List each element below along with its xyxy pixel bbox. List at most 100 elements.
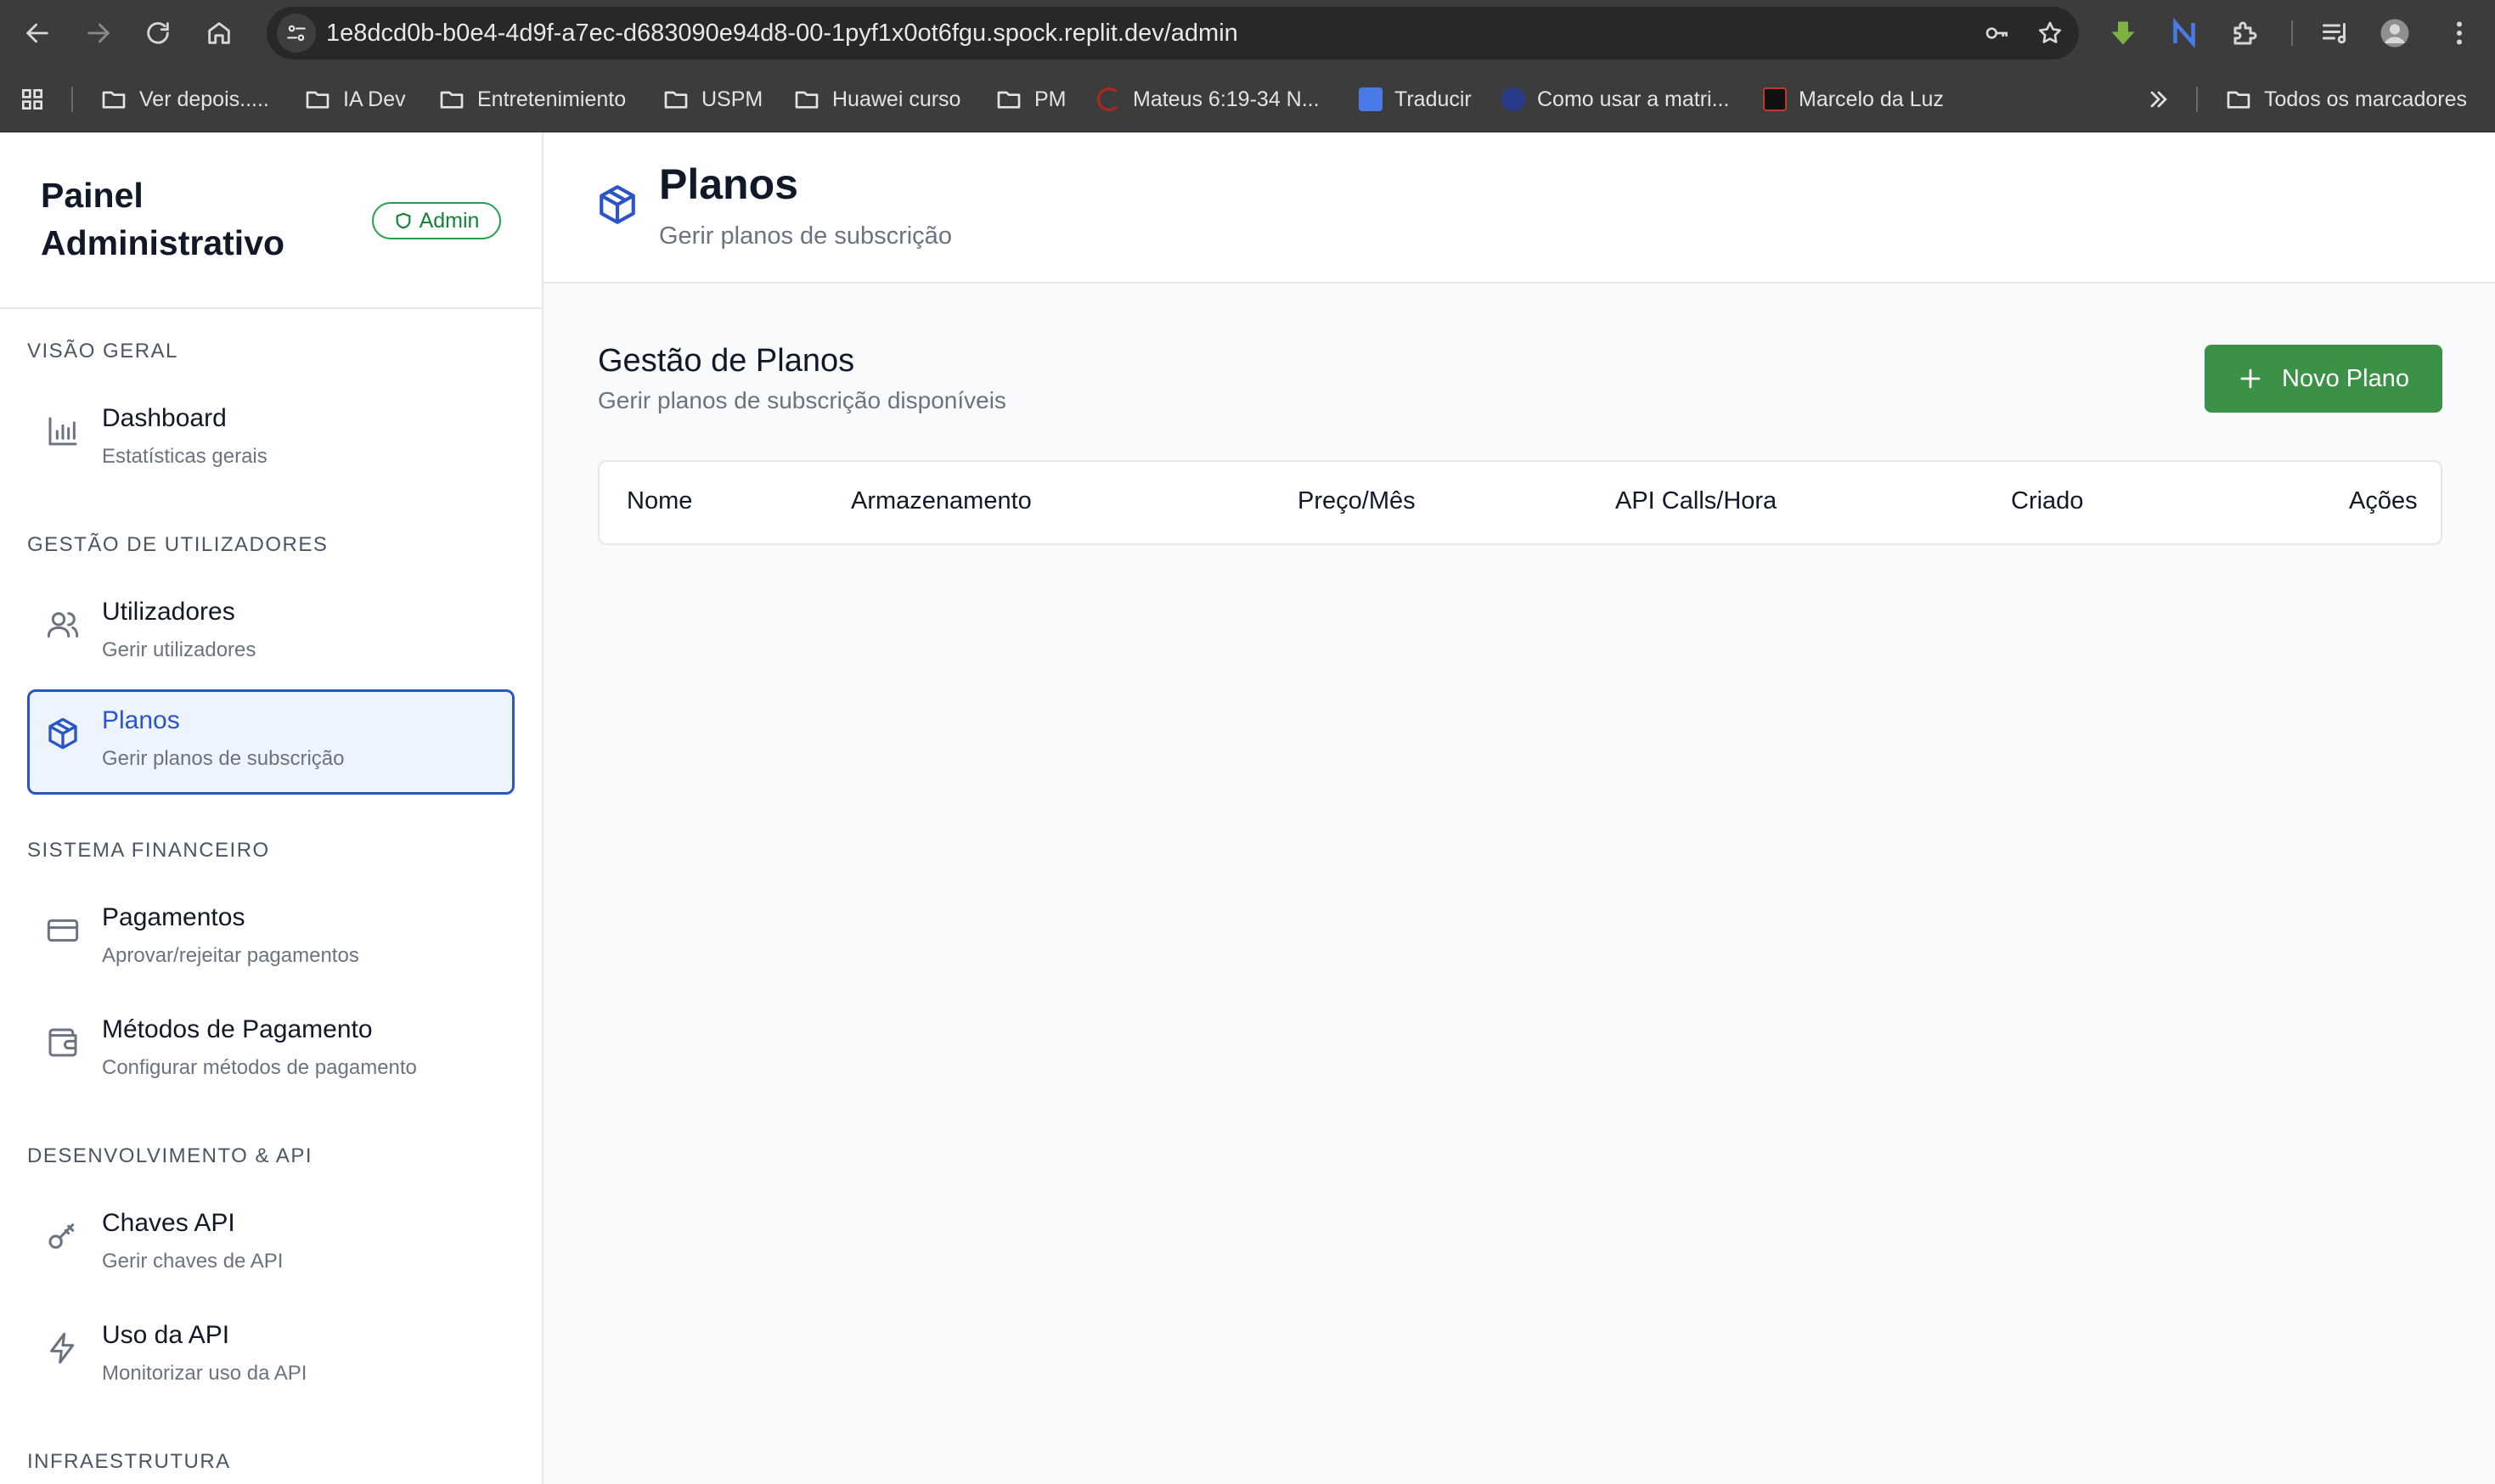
bookmark-label: PM xyxy=(1034,87,1067,111)
url-text[interactable]: 1e8dcd0b-b0e4-4d9f-a7ec-d683090e94d8-00-… xyxy=(326,7,1238,59)
folder-icon xyxy=(102,91,126,109)
sidebar-item-description: Gerir chaves de API xyxy=(102,1250,284,1273)
back-button[interactable] xyxy=(19,14,56,52)
browser-menu-icon[interactable] xyxy=(2442,16,2476,50)
credit-card-icon xyxy=(46,913,80,947)
profile-avatar-icon[interactable] xyxy=(2378,16,2412,50)
sidebar-item-payments[interactable]: Pagamentos Aprovar/rejeitar pagamentos xyxy=(27,886,515,992)
sidebar-item-description: Configurar métodos de pagamento xyxy=(102,1056,417,1079)
site-favicon-icon xyxy=(1097,87,1121,111)
bookmark-star-icon[interactable] xyxy=(2035,18,2065,48)
package-icon xyxy=(596,183,639,226)
section-subtitle: Gerir planos de subscrição disponíveis xyxy=(598,387,1006,413)
sidebar-item-description: Monitorizar uso da API xyxy=(102,1362,307,1385)
plus-icon xyxy=(2240,368,2261,389)
bookmark-label: Entretenimiento xyxy=(477,87,627,111)
download-extension-icon[interactable] xyxy=(2106,16,2140,50)
zap-icon xyxy=(46,1331,80,1365)
sidebar-header: Painel Administrativo Admin xyxy=(0,132,542,309)
key-icon xyxy=(46,1219,80,1253)
sidebar-item-label: Chaves API xyxy=(102,1209,235,1237)
sidebar-item-label: Pagamentos xyxy=(102,903,245,931)
sidebar-item-api-usage[interactable]: Uso da API Monitorizar uso da API xyxy=(27,1304,515,1409)
shield-icon xyxy=(396,212,410,229)
chevron-double-right-icon xyxy=(2150,91,2167,108)
extensions-puzzle-icon[interactable] xyxy=(2228,16,2262,50)
site-favicon-icon xyxy=(1763,87,1787,111)
bookmark-label: Ver depois..... xyxy=(139,87,269,111)
section-label-finance: SISTEMA FINANCEIRO xyxy=(27,839,270,862)
all-bookmarks-button[interactable]: Todos os marcadores xyxy=(2225,66,2467,132)
column-header-created: Criado xyxy=(2011,487,2084,514)
reload-button[interactable] xyxy=(139,14,177,52)
bookmark-label: USPM xyxy=(701,87,763,111)
password-key-icon[interactable] xyxy=(1982,18,2013,48)
address-bar[interactable]: 1e8dcd0b-b0e4-4d9f-a7ec-d683090e94d8-00-… xyxy=(267,7,2079,59)
bookmark-label: Como usar a matri... xyxy=(1537,87,1730,111)
new-plan-button[interactable]: Novo Plano xyxy=(2205,345,2442,413)
column-header-storage: Armazenamento xyxy=(851,487,1032,514)
folder-icon xyxy=(664,91,688,109)
apps-grid-button[interactable] xyxy=(19,66,46,132)
bookmark-item[interactable]: Huawei curso xyxy=(793,66,960,132)
arrow-right-icon xyxy=(87,23,110,43)
page-title: Planos xyxy=(659,160,798,208)
bookmark-item[interactable]: Como usar a matri... xyxy=(1501,66,1729,132)
bookmark-item[interactable]: PM xyxy=(995,66,1067,132)
more-bookmarks-button[interactable] xyxy=(2145,66,2172,132)
main-content: Planos Gerir planos de subscrição Gestão… xyxy=(543,132,2495,1484)
section-label-overview: VISÃO GERAL xyxy=(27,340,178,363)
sidebar-item-plans[interactable]: Planos Gerir planos de subscrição xyxy=(27,689,515,795)
bookmark-item[interactable]: Marcelo da Luz xyxy=(1763,66,1944,132)
bookmark-item[interactable]: Ver depois..... xyxy=(100,66,269,132)
wallet-icon xyxy=(46,1026,80,1060)
bookmark-item[interactable]: Traducir xyxy=(1359,66,1472,132)
sidebar-item-description: Estatísticas gerais xyxy=(102,445,268,468)
new-plan-label: Novo Plano xyxy=(2282,364,2409,392)
column-header-api-calls: API Calls/Hora xyxy=(1615,487,1777,514)
sidebar-item-dashboard[interactable]: Dashboard Estatísticas gerais xyxy=(27,387,515,492)
folder-icon xyxy=(2227,91,2250,109)
section-label-api: DESENVOLVIMENTO & API xyxy=(27,1144,313,1167)
bookmarks-divider xyxy=(2196,87,2198,112)
bookmark-item[interactable]: Entretenimiento xyxy=(438,66,626,132)
sidebar-item-description: Gerir planos de subscrição xyxy=(102,747,345,770)
folder-icon xyxy=(440,91,464,109)
sidebar-item-api-keys[interactable]: Chaves API Gerir chaves de API xyxy=(27,1192,515,1297)
bookmark-label: Marcelo da Luz xyxy=(1799,87,1944,111)
bar-chart-icon xyxy=(46,414,80,448)
package-icon xyxy=(46,717,80,750)
home-button[interactable] xyxy=(200,14,238,52)
sidebar-item-description: Gerir utilizadores xyxy=(102,638,256,661)
folder-icon xyxy=(306,91,329,109)
sidebar-item-label: Uso da API xyxy=(102,1321,230,1349)
site-info-icon[interactable] xyxy=(277,14,316,53)
bookmark-item[interactable]: IA Dev xyxy=(304,66,406,132)
forward-button[interactable] xyxy=(80,14,117,52)
bookmark-item[interactable]: USPM xyxy=(662,66,763,132)
section-title: Gestão de Planos xyxy=(598,343,855,379)
admin-badge-label: Admin xyxy=(419,208,480,233)
bookmark-label: Traducir xyxy=(1394,87,1472,111)
n-extension-icon[interactable] xyxy=(2167,16,2201,50)
plans-table: Nome Armazenamento Preço/Mês API Calls/H… xyxy=(598,460,2442,545)
toolbar-divider xyxy=(2291,20,2293,46)
media-control-icon[interactable] xyxy=(2318,16,2352,50)
column-header-name: Nome xyxy=(627,487,693,514)
admin-badge: Admin xyxy=(372,202,501,239)
sidebar-item-label: Utilizadores xyxy=(102,598,235,626)
home-icon xyxy=(208,22,230,44)
apps-grid-icon xyxy=(22,89,42,110)
sidebar-item-label: Planos xyxy=(102,706,180,734)
translate-favicon-icon xyxy=(1359,87,1383,111)
page-header: Planos Gerir planos de subscrição xyxy=(543,132,2495,284)
bookmark-item[interactable]: Mateus 6:19-34 N... xyxy=(1097,66,1320,132)
sidebar-item-payment-methods[interactable]: Métodos de Pagamento Configurar métodos … xyxy=(27,998,515,1104)
bookmarks-divider xyxy=(71,87,73,112)
sidebar-title: Painel Administrativo xyxy=(41,176,285,262)
bookmark-label: Huawei curso xyxy=(832,87,961,111)
folder-icon xyxy=(997,91,1021,109)
section-label-users: GESTÃO DE UTILIZADORES xyxy=(27,533,329,556)
folder-icon xyxy=(795,91,819,109)
sidebar-item-users[interactable]: Utilizadores Gerir utilizadores xyxy=(27,581,515,686)
